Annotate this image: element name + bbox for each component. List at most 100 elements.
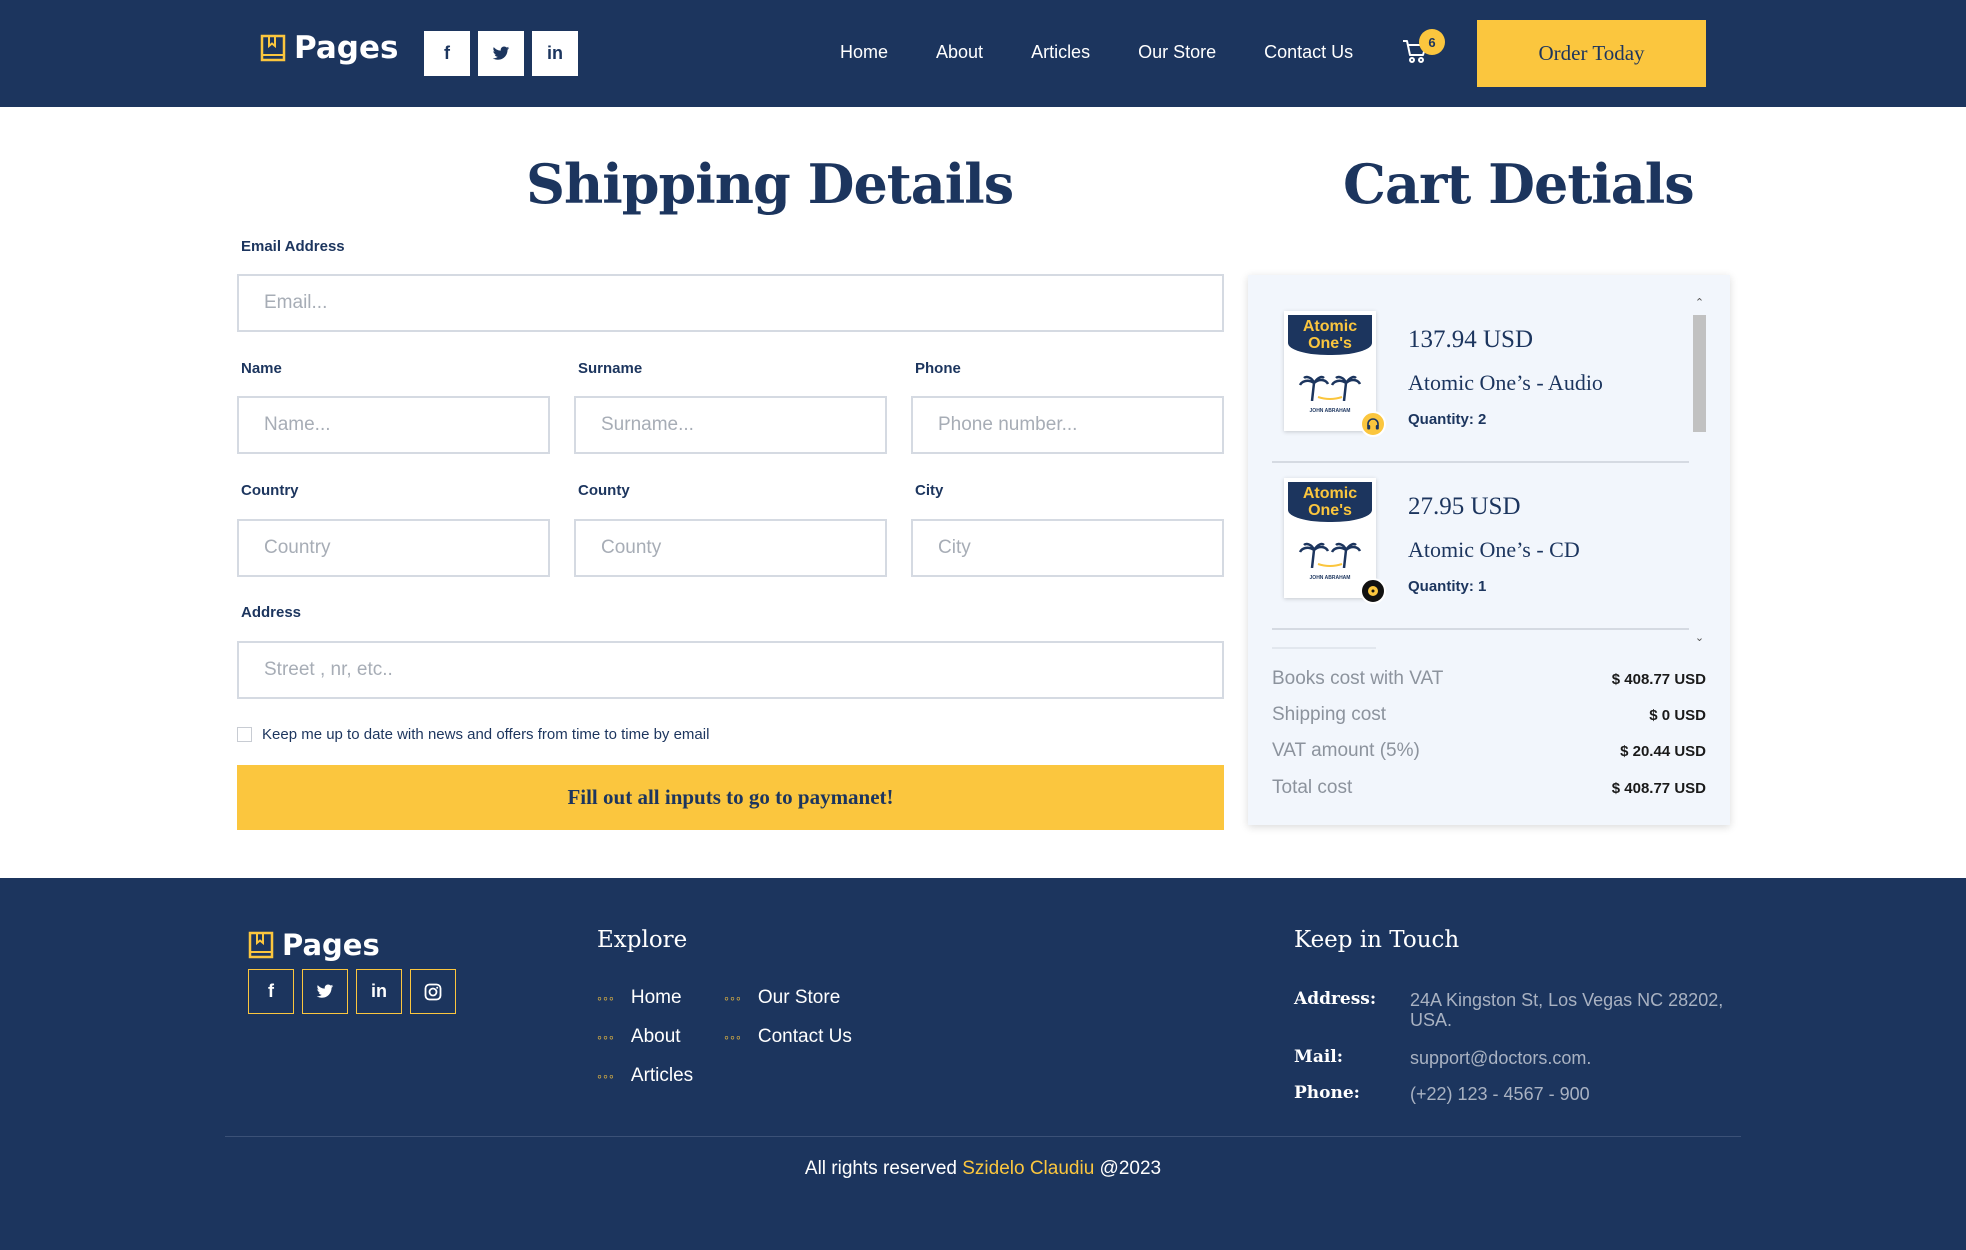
county-label: County <box>578 482 630 499</box>
city-field[interactable] <box>911 519 1224 577</box>
item-price: 137.94 USD <box>1408 326 1534 353</box>
nav-our-store[interactable]: Our Store <box>1138 42 1216 63</box>
cart-item-partial <box>1272 647 1376 649</box>
item-name: Atomic One’s - Audio <box>1408 370 1603 395</box>
nav-about[interactable]: About <box>936 42 983 63</box>
go-to-payment-button[interactable]: Fill out all inputs to go to paymanet! <box>237 765 1224 830</box>
cost-label: Shipping cost <box>1272 704 1387 725</box>
cost-value: $ 20.44 USD <box>1620 742 1706 760</box>
footer-link-our-store[interactable]: ◦◦◦ Our Store <box>724 987 840 1009</box>
cart-scrollbar[interactable]: ⌃ ⌄ <box>1689 296 1706 648</box>
address-field[interactable] <box>237 641 1224 699</box>
linkedin-icon[interactable]: in <box>356 969 402 1014</box>
newsletter-option: Keep me up to date with news and offers … <box>237 726 709 743</box>
cost-label: Books cost with VAT <box>1272 668 1444 689</box>
address-label: Address: <box>1294 989 1377 1009</box>
email-label: Email Address <box>241 238 345 255</box>
palm-tree-icon <box>1298 375 1362 401</box>
address-label: Address <box>241 604 302 621</box>
cost-value: $ 408.77 USD <box>1611 670 1706 688</box>
total-cost-row: Total cost $ 408.77 USD <box>1272 777 1706 799</box>
nav-contact-us[interactable]: Contact Us <box>1264 42 1353 63</box>
name-field[interactable] <box>237 396 550 454</box>
county-field[interactable] <box>574 519 887 577</box>
phone-field[interactable] <box>911 396 1224 454</box>
scrollbar-thumb[interactable] <box>1693 315 1706 432</box>
scroll-up-icon[interactable]: ⌃ <box>1693 296 1706 311</box>
phone-value[interactable]: (+22) 123 - 4567 - 900 <box>1410 1084 1740 1104</box>
surname-label: Surname <box>578 360 643 377</box>
book-cover-image: Atomic One's JOHN ABRAHAM <box>1284 478 1376 598</box>
palm-tree-icon <box>1298 542 1362 568</box>
vat-amount-row: VAT amount (5%) $ 20.44 USD <box>1272 740 1706 762</box>
footer-link-about[interactable]: ◦◦◦ About <box>597 1026 681 1048</box>
bullet-dots-icon: ◦◦◦ <box>724 1029 742 1045</box>
newsletter-label: Keep me up to date with news and offers … <box>262 726 710 743</box>
nav-home[interactable]: Home <box>840 42 888 63</box>
country-label: Country <box>241 482 299 499</box>
link-label[interactable]: Articles <box>631 1065 693 1087</box>
copyright-year: @2023 <box>1099 1158 1162 1179</box>
instagram-icon[interactable] <box>410 969 456 1014</box>
brand-logo[interactable]: Pages <box>260 30 398 66</box>
cost-label: Total cost <box>1272 777 1353 798</box>
facebook-icon[interactable]: f <box>248 969 294 1014</box>
linkedin-icon[interactable]: in <box>532 31 578 76</box>
keep-in-touch-title: Keep in Touch <box>1294 927 1460 953</box>
cart-item: Atomic One's JOHN ABRAHAM 27.95 USD Atom… <box>1272 463 1689 630</box>
phone-label: Phone: <box>1294 1083 1360 1103</box>
cost-value: $ 408.77 USD <box>1611 779 1706 797</box>
site-header: Pages f in Home About Articles Our Store… <box>0 0 1966 107</box>
footer-link-contact-us[interactable]: ◦◦◦ Contact Us <box>724 1026 852 1048</box>
footer-link-articles[interactable]: ◦◦◦ Articles <box>597 1065 693 1087</box>
cost-value: $ 0 USD <box>1649 706 1706 724</box>
link-label[interactable]: Our Store <box>758 987 840 1009</box>
newsletter-checkbox[interactable] <box>237 727 252 742</box>
cart-item: Atomic One's JOHN ABRAHAM 137.94 USD Ato… <box>1272 296 1689 463</box>
book-cover-title: Atomic One's <box>1288 482 1372 522</box>
mail-value[interactable]: support@doctors.com. <box>1410 1048 1740 1068</box>
brand-name: Pages <box>282 928 380 962</box>
cart-title: Cart Detials <box>1343 152 1695 216</box>
disc-icon <box>1360 578 1386 604</box>
link-label[interactable]: About <box>631 1026 681 1048</box>
facebook-icon[interactable]: f <box>424 31 470 76</box>
item-quantity: Quantity: 1 <box>1408 578 1487 595</box>
shipping-title: Shipping Details <box>526 152 1014 216</box>
book-cover-image: Atomic One's JOHN ABRAHAM <box>1284 311 1376 431</box>
copyright-author-link[interactable]: Szidelo Claudiu <box>962 1158 1094 1179</box>
name-label: Name <box>241 360 282 377</box>
city-label: City <box>915 482 944 499</box>
order-today-button[interactable]: Order Today <box>1477 20 1706 87</box>
email-field[interactable] <box>237 274 1224 332</box>
book-author: JOHN ABRAHAM <box>1309 575 1351 581</box>
bullet-dots-icon: ◦◦◦ <box>597 1068 615 1084</box>
scroll-down-icon[interactable]: ⌄ <box>1693 631 1706 646</box>
country-field[interactable] <box>237 519 550 577</box>
link-label[interactable]: Home <box>631 987 682 1009</box>
link-label[interactable]: Contact Us <box>758 1026 852 1048</box>
item-name: Atomic One’s - CD <box>1408 537 1580 562</box>
bullet-dots-icon: ◦◦◦ <box>597 990 615 1006</box>
book-author: JOHN ABRAHAM <box>1309 408 1351 414</box>
item-quantity: Quantity: 2 <box>1408 411 1487 428</box>
footer-divider <box>225 1136 1741 1137</box>
twitter-icon[interactable] <box>302 969 348 1014</box>
footer-brand-logo[interactable]: Pages <box>248 928 380 962</box>
brand-name: Pages <box>294 30 399 66</box>
book-cover-title: Atomic One's <box>1288 315 1372 355</box>
book-logo-icon <box>260 34 286 62</box>
copyright: All rights reserved Szidelo Claudiu @202… <box>0 1158 1966 1180</box>
footer-link-home[interactable]: ◦◦◦ Home <box>597 987 682 1009</box>
cart-panel: Atomic One's JOHN ABRAHAM 137.94 USD Ato… <box>1248 275 1730 825</box>
books-cost-row: Books cost with VAT $ 408.77 USD <box>1272 668 1706 690</box>
surname-field[interactable] <box>574 396 887 454</box>
copyright-prefix: All rights reserved <box>804 1158 957 1179</box>
cart-items-list: Atomic One's JOHN ABRAHAM 137.94 USD Ato… <box>1272 296 1689 636</box>
header-social-links: f in <box>424 31 578 76</box>
address-value: 24A Kingston St, Los Vegas NC 28202, USA… <box>1410 990 1724 1030</box>
twitter-icon[interactable] <box>478 31 524 76</box>
cart-count-badge: 6 <box>1419 29 1445 55</box>
nav-articles[interactable]: Articles <box>1031 42 1090 63</box>
footer-social-links: f in <box>248 969 456 1014</box>
